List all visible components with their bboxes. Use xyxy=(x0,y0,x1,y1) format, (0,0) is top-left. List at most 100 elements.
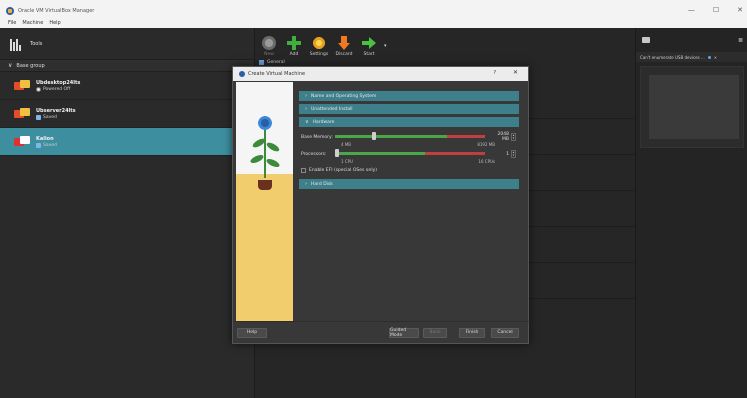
maximize-button[interactable]: ☐ xyxy=(713,6,719,14)
group-label: Base group xyxy=(16,62,45,69)
window-title: Oracle VM VirtualBox Manager xyxy=(18,8,95,14)
dialog-help-button[interactable]: ? xyxy=(493,70,496,76)
efi-checkbox-row[interactable]: Enable EFI (special OSes only) xyxy=(301,166,517,175)
vm-item-kalion[interactable]: Kalion Saved xyxy=(0,128,254,156)
dialog-titlebar: Create Virtual Machine ? ✕ xyxy=(233,67,528,81)
close-window-button[interactable]: ✕ xyxy=(737,6,743,14)
dialog-close-button[interactable]: ✕ xyxy=(513,69,518,76)
processors-value[interactable]: 1 xyxy=(491,152,509,157)
memory-value[interactable]: 2048 MB xyxy=(491,132,509,142)
processors-label: Processors: xyxy=(301,151,327,157)
processors-slider[interactable] xyxy=(335,149,485,157)
preview-icon xyxy=(642,37,650,43)
hardware-body: Base Memory: 2048 MB ▴ ▾ 4 MB 8192 MB Pro… xyxy=(299,130,519,179)
processors-slider-handle[interactable] xyxy=(335,149,339,157)
dialog-title: Create Virtual Machine xyxy=(248,71,306,77)
new-vm-icon xyxy=(262,36,276,50)
tools-icon xyxy=(10,37,24,51)
memory-scale: 4 MB 8192 MB xyxy=(301,142,517,149)
menubar: File Machine Help xyxy=(0,18,747,28)
wizard-illustration xyxy=(236,82,293,322)
new-button[interactable]: New xyxy=(259,36,279,57)
vm-name: Ubdesktop24lts xyxy=(36,79,81,86)
info-icon xyxy=(707,55,711,59)
memory-slider[interactable] xyxy=(335,132,485,140)
discard-arrow-icon xyxy=(337,36,351,50)
window-controls: — ☐ ✕ xyxy=(688,6,743,14)
section-hard-disk[interactable]: › Hard Disk xyxy=(299,179,519,189)
virtualbox-logo-icon xyxy=(6,7,14,15)
memory-max: 8192 MB xyxy=(477,142,495,147)
saved-state-icon xyxy=(36,142,41,148)
start-dropdown-icon[interactable]: ▾ xyxy=(384,43,387,49)
create-vm-dialog: Create Virtual Machine ? ✕ › Name and Op… xyxy=(232,66,530,344)
vm-state-label: Saved xyxy=(43,114,57,120)
right-panel-header: ≣ xyxy=(636,28,747,52)
vm-item-ubserver[interactable]: Ubserver24lts Saved xyxy=(0,100,254,128)
dialog-button-bar: Help Guided Mode Back Finish Cancel xyxy=(233,321,530,343)
cancel-button[interactable]: Cancel xyxy=(491,327,519,338)
menu-file[interactable]: File xyxy=(8,20,16,26)
processors-max: 16 CPUs xyxy=(478,159,495,164)
right-panel: ≣ Can't enumerate USB devices ... × xyxy=(635,28,747,398)
kali-vm-icon xyxy=(14,135,30,148)
processors-min: 1 CPU xyxy=(341,159,353,164)
start-label: Start xyxy=(363,52,375,57)
help-button[interactable]: Help xyxy=(237,327,267,338)
chevron-right-icon: › xyxy=(305,106,307,112)
finish-button[interactable]: Finish xyxy=(459,327,485,338)
close-notice-icon[interactable]: × xyxy=(714,55,717,60)
start-arrow-icon xyxy=(362,36,376,50)
memory-min: 4 MB xyxy=(341,142,352,147)
general-icon xyxy=(259,60,264,65)
chevron-right-icon: › xyxy=(305,93,307,99)
processors-scale: 1 CPU 16 CPUs xyxy=(301,159,517,166)
vm-state: Saved xyxy=(36,142,57,148)
usb-notice-text: Can't enumerate USB devices ... xyxy=(640,54,705,60)
settings-button[interactable]: Settings xyxy=(309,36,329,57)
section-label: Unattended Install xyxy=(311,106,353,112)
tools-item[interactable]: Tools xyxy=(0,28,254,60)
new-label: New xyxy=(264,52,274,57)
vm-item-ubdesktop[interactable]: Ubdesktop24lts Powered Off xyxy=(0,72,254,100)
efi-checkbox[interactable] xyxy=(301,168,306,173)
gear-icon xyxy=(312,36,326,50)
menu-machine[interactable]: Machine xyxy=(22,20,43,26)
efi-label: Enable EFI (special OSes only) xyxy=(309,168,378,173)
memory-row: Base Memory: 2048 MB ▴ ▾ xyxy=(301,132,517,142)
section-name-os[interactable]: › Name and Operating System xyxy=(299,91,519,101)
general-label: General xyxy=(267,60,285,65)
plus-icon xyxy=(287,36,301,50)
section-unattended[interactable]: › Unattended Install xyxy=(299,104,519,114)
panel-menu-icon[interactable]: ≣ xyxy=(738,37,743,44)
tools-label: Tools xyxy=(30,40,43,47)
add-label: Add xyxy=(289,52,299,57)
start-button[interactable]: Start xyxy=(359,36,379,57)
menu-help[interactable]: Help xyxy=(49,20,60,26)
vm-state-label: Powered Off xyxy=(43,86,71,92)
general-section[interactable]: General xyxy=(259,60,285,65)
memory-label: Base Memory: xyxy=(301,134,333,140)
preview-box xyxy=(640,66,744,148)
add-button[interactable]: Add xyxy=(284,36,304,57)
minimize-button[interactable]: — xyxy=(688,6,695,14)
ubuntu-vm-icon xyxy=(14,107,30,120)
vm-state: Powered Off xyxy=(36,86,80,92)
ubuntu-vm-icon xyxy=(14,79,30,92)
virtualbox-logo-icon xyxy=(239,71,245,77)
guided-mode-button[interactable]: Guided Mode xyxy=(389,327,419,338)
discard-button[interactable]: Discard xyxy=(334,36,354,57)
chevron-right-icon: › xyxy=(305,181,307,187)
flower-pot xyxy=(258,180,272,190)
processors-spinner[interactable]: ▴ ▾ xyxy=(511,150,516,158)
preview-screen xyxy=(649,75,739,139)
usb-notice[interactable]: Can't enumerate USB devices ... × xyxy=(636,52,747,62)
saved-state-icon xyxy=(36,114,41,120)
settings-label: Settings xyxy=(309,52,329,57)
processors-row: Processors: 1 ▴ ▾ xyxy=(301,149,517,159)
back-button[interactable]: Back xyxy=(423,327,447,338)
memory-slider-handle[interactable] xyxy=(372,132,376,140)
section-hardware[interactable]: ∨ Hardware xyxy=(299,117,519,127)
group-header[interactable]: ∨ Base group xyxy=(0,60,254,72)
memory-spinner[interactable]: ▴ ▾ xyxy=(511,133,516,141)
